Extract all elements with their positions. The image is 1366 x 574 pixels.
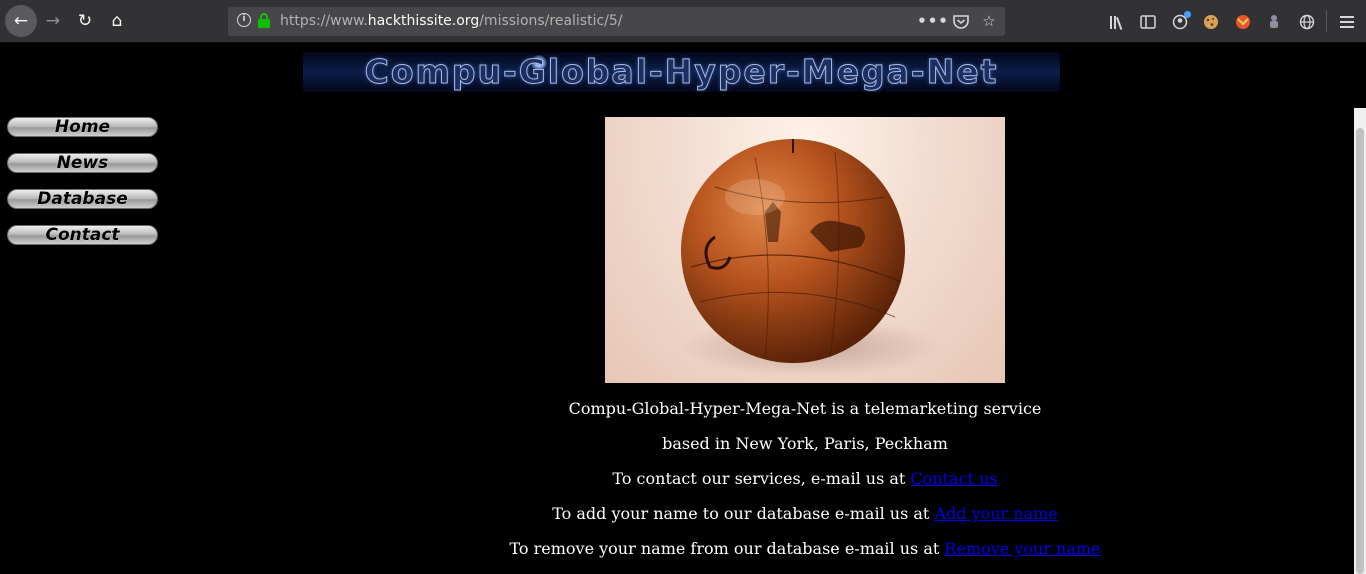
- nav-contact-button[interactable]: Contact: [7, 225, 158, 245]
- toolbar-separator: [1326, 10, 1327, 32]
- globe-icon[interactable]: [1296, 11, 1318, 33]
- account-icon[interactable]: [1169, 11, 1191, 33]
- url-bar[interactable]: i https://www.hackthissite.org/missions/…: [228, 7, 1005, 36]
- intro-text-line-2: based in New York, Paris, Peckham: [662, 434, 948, 453]
- more-icon[interactable]: •••: [917, 11, 948, 31]
- contact-us-link[interactable]: Contact us: [910, 469, 997, 488]
- nav-news-button[interactable]: News: [7, 153, 158, 173]
- cookie-icon[interactable]: [1200, 11, 1222, 33]
- intro-text-line-1: Compu-Global-Hyper-Mega-Net is a telemar…: [568, 399, 1042, 418]
- remove-name-line-text: To remove your name from our database e-…: [509, 539, 945, 558]
- home-icon[interactable]: ⌂: [102, 6, 132, 36]
- nav-database-button[interactable]: Database: [7, 189, 158, 209]
- site-banner: Compu-Global-Hyper-Mega-Net: [303, 52, 1060, 92]
- menu-icon[interactable]: [1336, 11, 1358, 33]
- url-text[interactable]: https://www.hackthissite.org/missions/re…: [280, 13, 623, 29]
- star-icon[interactable]: ☆: [978, 11, 1000, 31]
- info-icon[interactable]: i: [237, 13, 251, 27]
- forward-icon[interactable]: →: [38, 6, 68, 36]
- contact-line-text: To contact our services, e-mail us at: [612, 469, 911, 488]
- library-icon[interactable]: [1106, 11, 1128, 33]
- remove-name-line: To remove your name from our database e-…: [0, 539, 1366, 558]
- extension-icon[interactable]: [1263, 11, 1285, 33]
- remove-your-name-link[interactable]: Remove your name: [944, 539, 1100, 558]
- url-domain: hackthissite.org: [367, 13, 480, 29]
- banner-title: Compu-Global-Hyper-Mega-Net: [364, 52, 999, 92]
- add-your-name-link[interactable]: Add your name: [934, 504, 1057, 523]
- pocket-icon[interactable]: [950, 11, 972, 31]
- scrollbar-thumb[interactable]: [1356, 128, 1364, 574]
- add-name-line: To add your name to our database e-mail …: [0, 504, 1366, 523]
- back-icon[interactable]: ←: [5, 5, 37, 37]
- nav-home-button[interactable]: Home: [7, 117, 158, 137]
- reload-icon[interactable]: ↻: [70, 6, 100, 36]
- add-name-line-text: To add your name to our database e-mail …: [552, 504, 935, 523]
- url-prefix: https://www.: [280, 13, 368, 29]
- browser-toolbar: ← → ↻ ⌂ i https://www.hackthissite.org/m…: [0, 0, 1366, 43]
- globe-photo: [605, 117, 1005, 383]
- url-path: /missions/realistic/5/: [479, 13, 623, 29]
- lock-icon[interactable]: [258, 13, 270, 28]
- sidebar-icon[interactable]: [1137, 11, 1159, 33]
- fox-icon[interactable]: [1232, 11, 1254, 33]
- contact-line: To contact our services, e-mail us at Co…: [0, 469, 1366, 488]
- vertical-scrollbar[interactable]: [1354, 108, 1366, 574]
